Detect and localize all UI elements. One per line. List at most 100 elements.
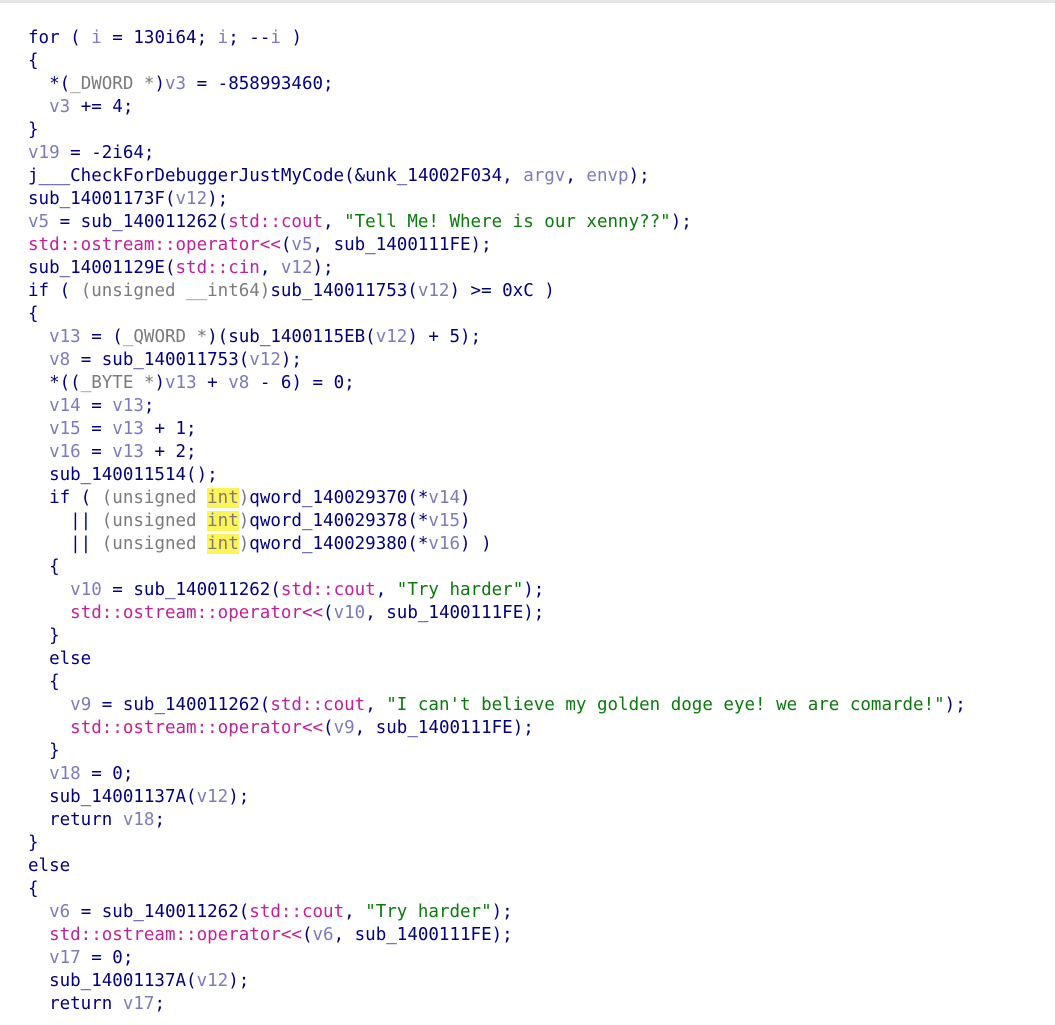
- code-line[interactable]: {: [28, 303, 39, 326]
- code-token: + 2;: [143, 442, 197, 462]
- code-line[interactable]: v16 = v13 + 2;: [28, 441, 197, 464]
- code-token: }: [28, 626, 60, 646]
- code-line[interactable]: return v17;: [28, 993, 165, 1016]
- code-line[interactable]: if ( (unsigned __int64)sub_140011753(v12…: [28, 280, 555, 303]
- code-token: }: [28, 120, 39, 140]
- code-line[interactable]: v10 = sub_140011262(std::cout, "Try hard…: [28, 579, 544, 602]
- code-token: );: [280, 350, 302, 370]
- code-line[interactable]: *(_DWORD *)v3 = -858993460;: [28, 73, 334, 96]
- code-token: sub_14001173F(: [28, 189, 176, 209]
- code-token: sub_140011753(: [270, 281, 418, 301]
- code-token: , sub_1400111FE);: [354, 718, 534, 738]
- code-line[interactable]: v6 = sub_140011262(std::cout, "Try harde…: [28, 901, 513, 924]
- code-token: {: [28, 672, 60, 692]
- code-token: ): [280, 28, 302, 48]
- code-line[interactable]: std::ostream::operator<<(v6, sub_1400111…: [28, 924, 513, 947]
- highlighted-token: int: [207, 511, 239, 531]
- code-token: else: [28, 649, 92, 669]
- code-line[interactable]: *((_BYTE *)v13 + v8 - 6) = 0;: [28, 372, 355, 395]
- code-line[interactable]: v14 = v13;: [28, 395, 154, 418]
- code-token: = 0;: [80, 948, 134, 968]
- code-line[interactable]: for ( i = 130i64; i; --i ): [28, 27, 302, 50]
- code-token: (unsigned: [101, 511, 208, 531]
- code-token: v6: [312, 925, 334, 945]
- code-token: v10: [333, 603, 366, 623]
- code-line[interactable]: v15 = v13 + 1;: [28, 418, 197, 441]
- code-token: v13: [112, 442, 144, 462]
- code-line[interactable]: v18 = 0;: [28, 763, 133, 786]
- code-token: sub_14001137A(: [28, 971, 197, 991]
- code-token: {: [28, 557, 60, 577]
- code-token: std::ostream::operator<<: [49, 925, 302, 945]
- code-token: ,: [259, 258, 281, 278]
- code-line[interactable]: }: [28, 119, 39, 142]
- code-line[interactable]: std::ostream::operator<<(v5, sub_1400111…: [28, 234, 492, 257]
- code-token: v15: [49, 419, 81, 439]
- code-line[interactable]: if ( (unsigned int)qword_140029370(*v14): [28, 487, 471, 510]
- code-token: - 6) = 0;: [249, 373, 355, 393]
- code-token: v3: [165, 74, 187, 94]
- code-line[interactable]: else: [28, 648, 91, 671]
- code-token: );: [312, 258, 334, 278]
- code-token: i: [91, 28, 102, 48]
- code-line[interactable]: v8 = sub_140011753(v12);: [28, 349, 302, 372]
- code-line[interactable]: std::ostream::operator<<(v10, sub_140011…: [28, 602, 544, 625]
- code-line[interactable]: v19 = -2i64;: [28, 142, 154, 165]
- code-line[interactable]: }: [28, 625, 60, 648]
- code-line[interactable]: v5 = sub_140011262(std::cout, "Tell Me! …: [28, 211, 692, 234]
- code-line[interactable]: sub_14001137A(v12);: [28, 970, 249, 993]
- code-line[interactable]: std::ostream::operator<<(v9, sub_1400111…: [28, 717, 534, 740]
- code-line[interactable]: v13 = (_QWORD *)(sub_1400115EB(v12) + 5)…: [28, 326, 481, 349]
- code-line[interactable]: sub_140011514();: [28, 464, 218, 487]
- code-token: sub_14001137A(: [28, 787, 197, 807]
- code-token: std::ostream::operator<<: [70, 603, 324, 623]
- code-token: std::ostream::operator<<: [70, 718, 324, 738]
- code-line[interactable]: {: [28, 671, 60, 694]
- code-line[interactable]: sub_14001173F(v12);: [28, 188, 228, 211]
- code-token: (: [323, 718, 334, 738]
- code-line[interactable]: else: [28, 855, 70, 878]
- code-token: =: [80, 442, 113, 462]
- code-token: v6: [49, 902, 71, 922]
- code-token: (: [323, 603, 334, 623]
- code-line[interactable]: v9 = sub_140011262(std::cout, "I can't b…: [28, 694, 966, 717]
- code-line[interactable]: }: [28, 832, 39, 855]
- code-token: *(: [28, 74, 71, 94]
- code-token: v5: [291, 235, 313, 255]
- code-line[interactable]: sub_14001137A(v12);: [28, 786, 249, 809]
- code-token: v17: [122, 994, 155, 1014]
- code-line[interactable]: v17 = 0;: [28, 947, 133, 970]
- code-line[interactable]: v3 += 4;: [28, 96, 133, 119]
- code-token: );: [228, 787, 250, 807]
- code-line[interactable]: sub_14001129E(std::cin, v12);: [28, 257, 334, 280]
- code-line[interactable]: j___CheckForDebuggerJustMyCode(&unk_1400…: [28, 165, 650, 188]
- code-token: {: [28, 304, 39, 324]
- code-token: )(sub_1400115EB(: [207, 327, 376, 347]
- code-token: );: [207, 189, 229, 209]
- code-token: , sub_1400111FE);: [365, 603, 545, 623]
- code-token: qword_140029370(*: [249, 488, 429, 508]
- code-line[interactable]: return v18;: [28, 809, 165, 832]
- code-line[interactable]: || (unsigned int)qword_140029380(*v16) ): [28, 533, 492, 556]
- decompiler-code-view[interactable]: for ( i = 130i64; i; --i ){ *(_DWORD *)v…: [0, 0, 1055, 1025]
- code-token: }: [28, 833, 39, 853]
- code-token: v18: [49, 764, 81, 784]
- code-line[interactable]: }: [28, 740, 60, 763]
- code-token: ; --: [228, 28, 271, 48]
- code-token: v16: [428, 534, 461, 554]
- code-token: ): [238, 488, 250, 508]
- code-line[interactable]: {: [28, 556, 60, 579]
- code-token: = sub_140011262(: [49, 212, 229, 232]
- code-token: =: [80, 396, 113, 416]
- code-line[interactable]: {: [28, 878, 39, 901]
- code-line[interactable]: || (unsigned int)qword_140029378(*v15): [28, 510, 471, 533]
- code-line[interactable]: {: [28, 50, 39, 73]
- code-token: (: [301, 925, 313, 945]
- code-token: v8: [49, 350, 71, 370]
- highlighted-token: int: [207, 534, 239, 554]
